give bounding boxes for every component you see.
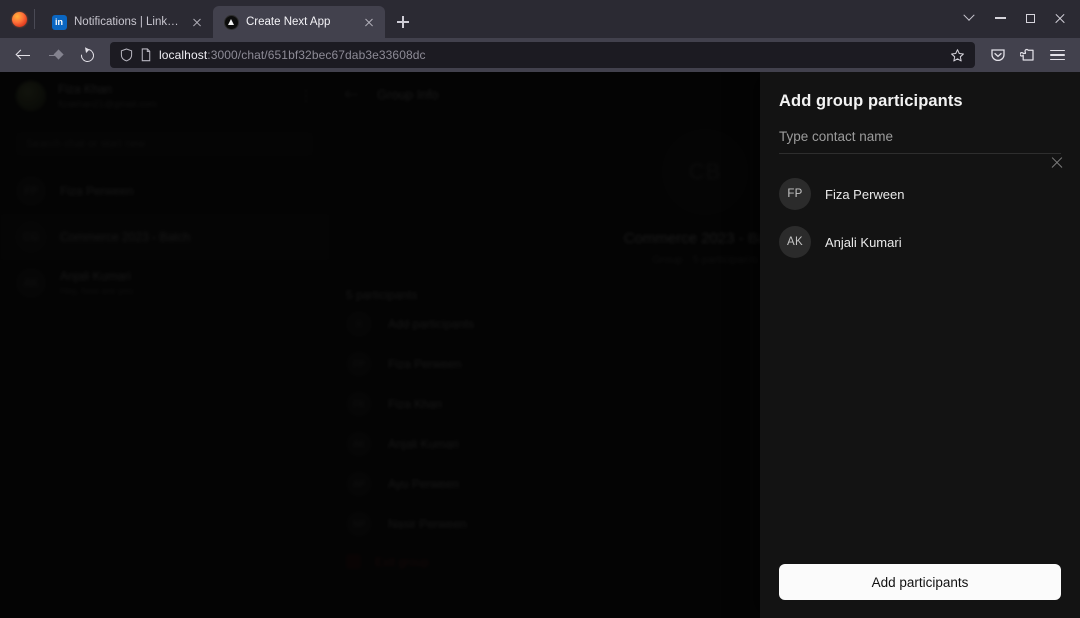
back-arrow-icon[interactable]	[8, 41, 38, 69]
page-viewport: Fiza Khan fizakhan21@gmail.com Search ch…	[0, 72, 1080, 618]
tab-strip: in Notifications | LinkedIn Create Next …	[0, 0, 1080, 38]
contact-name-input[interactable]	[779, 127, 1061, 154]
contact-name: Anjali Kumari	[825, 234, 902, 250]
toolbar-actions	[983, 41, 1072, 69]
bookmark-star-icon[interactable]	[950, 48, 965, 63]
avatar: AK	[779, 226, 811, 258]
drawer-footer: Add participants	[760, 564, 1080, 618]
forward-arrow-icon[interactable]	[40, 41, 70, 69]
tracking-protection-shield-icon[interactable]	[120, 48, 133, 62]
tab-title: Create Next App	[246, 16, 331, 28]
contact-list: FP Fiza Perween AK Anjali Kumari	[760, 154, 1080, 564]
new-tab-button[interactable]	[389, 7, 417, 37]
list-all-tabs-chevron-down-icon[interactable]	[954, 3, 984, 33]
contact-list-item[interactable]: AK Anjali Kumari	[779, 222, 1061, 262]
tab-close-icon[interactable]	[189, 14, 205, 30]
hamburger-menu-icon[interactable]	[1043, 41, 1072, 69]
url-bar[interactable]: localhost:3000/chat/651bf32bec67dab3e336…	[110, 42, 975, 68]
reload-icon[interactable]	[72, 41, 102, 69]
navigation-toolbar: localhost:3000/chat/651bf32bec67dab3e336…	[0, 38, 1080, 72]
tab-title: Notifications | LinkedIn	[74, 16, 182, 28]
add-participants-button[interactable]: Add participants	[779, 564, 1061, 600]
contact-name: Fiza Perween	[825, 186, 905, 202]
close-icon[interactable]	[1048, 154, 1066, 172]
page-info-icon[interactable]	[140, 48, 152, 62]
minimize-icon[interactable]	[986, 4, 1014, 32]
tab-separator	[34, 9, 35, 29]
tab-close-icon[interactable]	[361, 14, 377, 30]
tab-create-next-app[interactable]: Create Next App	[213, 6, 385, 38]
nextjs-icon	[223, 14, 239, 30]
linkedin-icon: in	[51, 14, 67, 30]
maximize-icon[interactable]	[1016, 4, 1044, 32]
contact-search-wrap	[760, 111, 1080, 154]
url-text: localhost:3000/chat/651bf32bec67dab3e336…	[159, 48, 426, 62]
extensions-icon[interactable]	[1013, 41, 1042, 69]
tab-notifications-linkedin[interactable]: in Notifications | LinkedIn	[41, 6, 213, 38]
add-participants-drawer: Add group participants FP Fiza Perween A…	[760, 72, 1080, 618]
window-controls	[954, 0, 1074, 38]
contact-list-item[interactable]: FP Fiza Perween	[779, 174, 1061, 214]
firefox-logo-icon	[6, 0, 32, 38]
close-icon[interactable]	[1046, 4, 1074, 32]
avatar: FP	[779, 178, 811, 210]
pocket-icon[interactable]	[983, 41, 1012, 69]
browser-window: in Notifications | LinkedIn Create Next …	[0, 0, 1080, 618]
drawer-title: Add group participants	[779, 92, 963, 110]
